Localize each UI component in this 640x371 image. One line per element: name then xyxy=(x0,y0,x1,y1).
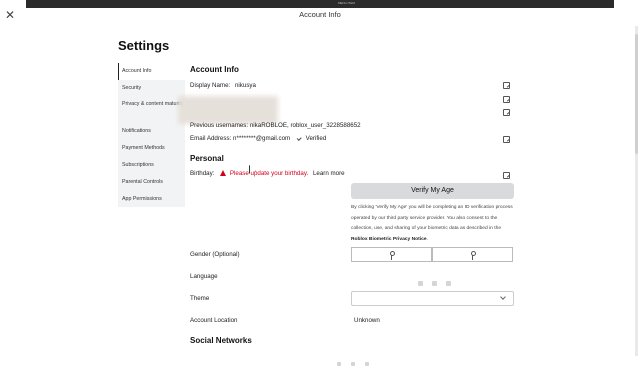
social-networks-heading: Social Networks xyxy=(190,336,252,345)
sidebar-item-payment-methods[interactable]: Payment Methods xyxy=(118,140,185,157)
biometric-notice-link[interactable]: Roblox Biometric Privacy Notice xyxy=(351,237,427,242)
birthday-warning: Please update your birthday. xyxy=(229,170,309,177)
display-name-label: Display Name: xyxy=(190,82,231,89)
female-icon xyxy=(469,251,476,260)
account-info-heading: Account Info xyxy=(190,65,239,74)
gender-option-male[interactable] xyxy=(351,247,432,262)
sidebar-item-app-permissions[interactable]: App Permissions xyxy=(118,191,185,208)
settings-sidebar: Account Info Security Privacy & content … xyxy=(118,63,185,207)
verification-notice: By clicking 'Verify My Age' you will be … xyxy=(351,203,516,245)
edit-email-icon[interactable] xyxy=(503,136,510,143)
previous-usernames-value: nikaROBLOE, roblox_user_3228588652 xyxy=(249,122,361,129)
email-value: n********@gmail.com xyxy=(233,135,291,142)
settings-main: Account Info Display Name: nikusya Previ… xyxy=(178,0,520,360)
notice-text: By clicking 'Verify My Age' you will be … xyxy=(351,205,513,231)
sidebar-item-subscriptions[interactable]: Subscriptions xyxy=(118,157,185,174)
edit-username-icon[interactable] xyxy=(503,96,510,103)
account-location-label: Account Location xyxy=(190,317,238,324)
edit-birthday-icon[interactable] xyxy=(503,172,510,179)
email-status: Verified xyxy=(305,135,327,142)
language-loading xyxy=(418,273,460,291)
loading-dot xyxy=(446,281,451,286)
sidebar-item-security[interactable]: Security xyxy=(118,80,185,97)
previous-usernames-row: Previous usernames: nikaROBLOE, roblox_u… xyxy=(190,122,361,129)
loading-dot xyxy=(337,362,341,366)
display-name-row: Display Name: nikusya xyxy=(190,82,256,89)
scrollbar[interactable] xyxy=(635,26,638,356)
male-icon xyxy=(388,251,395,260)
language-label: Language xyxy=(190,273,218,280)
gender-label: Gender (Optional) xyxy=(190,251,240,258)
email-label: Email Address: xyxy=(190,135,232,142)
personal-heading: Personal xyxy=(190,154,224,163)
chevron-down-icon xyxy=(500,294,506,300)
verify-age-button[interactable]: Verify My Age xyxy=(351,183,514,199)
scrollbar-thumb[interactable] xyxy=(635,34,638,154)
social-loading xyxy=(337,353,379,371)
previous-usernames-label: Previous usernames: xyxy=(190,122,249,129)
warning-icon xyxy=(220,170,227,176)
account-location-value: Unknown xyxy=(354,317,380,324)
sidebar-item-notifications[interactable]: Notifications xyxy=(118,123,185,140)
check-icon xyxy=(296,135,302,141)
loading-dot xyxy=(418,281,423,286)
edit-password-icon[interactable] xyxy=(503,109,510,116)
loading-dot xyxy=(365,362,369,366)
page-title: Settings xyxy=(118,38,170,53)
sidebar-item-privacy[interactable]: Privacy & content maturity xyxy=(118,97,185,123)
notice-end: . xyxy=(426,236,428,242)
edit-display-name-icon[interactable] xyxy=(503,82,510,89)
loading-dot xyxy=(351,362,355,366)
redacted-area xyxy=(178,96,278,124)
loading-dot xyxy=(432,281,437,286)
sidebar-item-parental-controls[interactable]: Parental Controls xyxy=(118,174,185,191)
theme-label: Theme xyxy=(190,295,210,302)
sidebar-item-account-info[interactable]: Account Info xyxy=(118,63,185,80)
gender-option-female[interactable] xyxy=(432,247,513,262)
learn-more-link[interactable]: Learn more xyxy=(313,170,345,177)
birthday-label: Birthday: xyxy=(190,170,215,177)
email-row: Email Address: n********@gmail.com Verif… xyxy=(190,135,326,142)
birthday-row: Birthday: Please update your birthday. L… xyxy=(190,170,345,177)
theme-select[interactable] xyxy=(351,291,514,306)
display-name-value: nikusya xyxy=(234,82,256,89)
